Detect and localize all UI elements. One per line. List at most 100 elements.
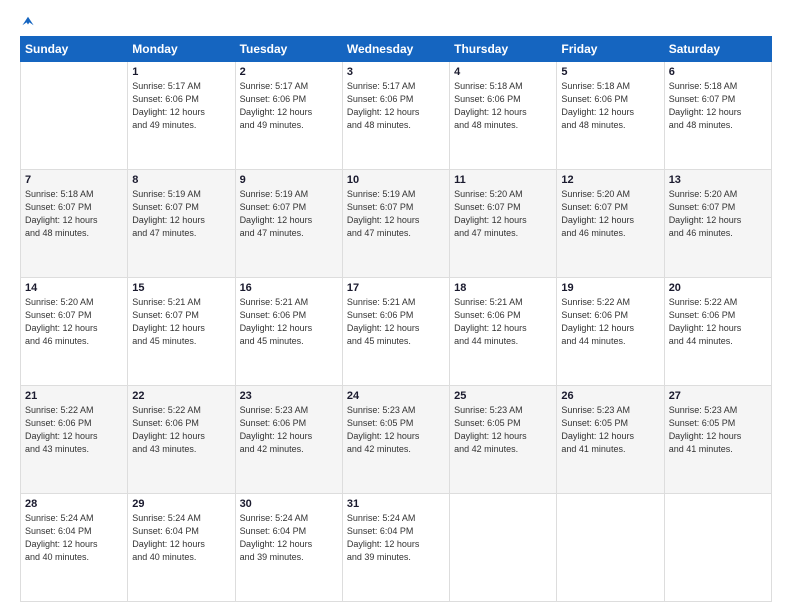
day-cell: 8 Sunrise: 5:19 AM Sunset: 6:07 PM Daylig… [128,170,235,278]
day-cell: 6 Sunrise: 5:18 AM Sunset: 6:07 PM Daylig… [664,62,771,170]
day-cell: 25Sunrise: 5:23 AM Sunset: 6:05 PM Dayli… [450,386,557,494]
day-number: 6 [669,66,767,78]
weekday-monday: Monday [128,37,235,62]
day-number: 9 [240,174,338,186]
weekday-header-row: SundayMondayTuesdayWednesdayThursdayFrid… [21,37,772,62]
day-number: 3 [347,66,445,78]
day-cell: 16 Sunrise: 5:21 AM Sunset: 6:06 PM Dayli… [235,278,342,386]
day-cell: 15 Sunrise: 5:21 AM Sunset: 6:07 PM Dayli… [128,278,235,386]
weekday-thursday: Thursday [450,37,557,62]
day-cell: 24 Sunrise: 5:23 AM Sunset: 6:05 PM Dayli… [342,386,449,494]
day-info: Sunrise: 5:19 AM Sunset: 6:07 PM Dayligh… [132,188,230,240]
day-info: Sunrise: 5:22 AM Sunset: 6:06 PM Dayligh… [25,404,123,456]
day-info: Sunrise: 5:24 AM Sunset: 6:04 PM Dayligh… [240,512,338,564]
day-info: Sunrise: 5:22 AM Sunset: 6:06 PM Dayligh… [669,296,767,348]
logo [20,18,35,28]
day-number: 10 [347,174,445,186]
day-info: Sunrise: 5:17 AM Sunset: 6:06 PM Dayligh… [240,80,338,132]
weekday-friday: Friday [557,37,664,62]
day-number: 21 [25,390,123,402]
day-cell: 14 Sunrise: 5:20 AM Sunset: 6:07 PM Dayli… [21,278,128,386]
day-info: Sunrise: 5:20 AM Sunset: 6:07 PM Dayligh… [561,188,659,240]
day-info: Sunrise: 5:17 AM Sunset: 6:06 PM Dayligh… [132,80,230,132]
day-cell: 10Sunrise: 5:19 AM Sunset: 6:07 PM Dayli… [342,170,449,278]
day-cell: 30 Sunrise: 5:24 AM Sunset: 6:04 PM Dayli… [235,494,342,602]
day-cell: 23Sunrise: 5:23 AM Sunset: 6:06 PM Dayli… [235,386,342,494]
weekday-tuesday: Tuesday [235,37,342,62]
day-info: Sunrise: 5:20 AM Sunset: 6:07 PM Dayligh… [454,188,552,240]
day-number: 2 [240,66,338,78]
day-number: 20 [669,282,767,294]
day-info: Sunrise: 5:21 AM Sunset: 6:06 PM Dayligh… [454,296,552,348]
day-number: 17 [347,282,445,294]
day-number: 19 [561,282,659,294]
day-info: Sunrise: 5:23 AM Sunset: 6:06 PM Dayligh… [240,404,338,456]
day-number: 15 [132,282,230,294]
page: SundayMondayTuesdayWednesdayThursdayFrid… [0,0,792,612]
day-number: 31 [347,498,445,510]
day-number: 11 [454,174,552,186]
day-cell: 26Sunrise: 5:23 AM Sunset: 6:05 PM Dayli… [557,386,664,494]
day-cell: 12 Sunrise: 5:20 AM Sunset: 6:07 PM Dayli… [557,170,664,278]
week-row-4: 21 Sunrise: 5:22 AM Sunset: 6:06 PM Dayli… [21,386,772,494]
day-cell: 20 Sunrise: 5:22 AM Sunset: 6:06 PM Dayli… [664,278,771,386]
day-info: Sunrise: 5:24 AM Sunset: 6:04 PM Dayligh… [25,512,123,564]
day-info: Sunrise: 5:23 AM Sunset: 6:05 PM Dayligh… [347,404,445,456]
day-cell: 3 Sunrise: 5:17 AM Sunset: 6:06 PM Daylig… [342,62,449,170]
week-row-2: 7Sunrise: 5:18 AM Sunset: 6:07 PM Daylig… [21,170,772,278]
day-cell: 13 Sunrise: 5:20 AM Sunset: 6:07 PM Dayli… [664,170,771,278]
logo-text [20,18,35,28]
day-cell: 28 Sunrise: 5:24 AM Sunset: 6:04 PM Dayli… [21,494,128,602]
day-cell [664,494,771,602]
day-cell: 17Sunrise: 5:21 AM Sunset: 6:06 PM Dayli… [342,278,449,386]
day-cell: 29Sunrise: 5:24 AM Sunset: 6:04 PM Dayli… [128,494,235,602]
day-cell [450,494,557,602]
day-cell [21,62,128,170]
day-info: Sunrise: 5:20 AM Sunset: 6:07 PM Dayligh… [669,188,767,240]
day-cell: 7Sunrise: 5:18 AM Sunset: 6:07 PM Daylig… [21,170,128,278]
day-number: 8 [132,174,230,186]
day-cell: 1 Sunrise: 5:17 AM Sunset: 6:06 PM Daylig… [128,62,235,170]
day-number: 24 [347,390,445,402]
day-number: 7 [25,174,123,186]
day-info: Sunrise: 5:17 AM Sunset: 6:06 PM Dayligh… [347,80,445,132]
day-cell: 19Sunrise: 5:22 AM Sunset: 6:06 PM Dayli… [557,278,664,386]
day-info: Sunrise: 5:19 AM Sunset: 6:07 PM Dayligh… [240,188,338,240]
day-info: Sunrise: 5:21 AM Sunset: 6:07 PM Dayligh… [132,296,230,348]
day-cell: 31Sunrise: 5:24 AM Sunset: 6:04 PM Dayli… [342,494,449,602]
day-cell [557,494,664,602]
day-cell: 11 Sunrise: 5:20 AM Sunset: 6:07 PM Dayli… [450,170,557,278]
day-cell: 9 Sunrise: 5:19 AM Sunset: 6:07 PM Daylig… [235,170,342,278]
weekday-sunday: Sunday [21,37,128,62]
day-number: 27 [669,390,767,402]
day-number: 13 [669,174,767,186]
day-number: 22 [132,390,230,402]
day-info: Sunrise: 5:23 AM Sunset: 6:05 PM Dayligh… [454,404,552,456]
day-cell: 22 Sunrise: 5:22 AM Sunset: 6:06 PM Dayli… [128,386,235,494]
day-info: Sunrise: 5:20 AM Sunset: 6:07 PM Dayligh… [25,296,123,348]
day-number: 26 [561,390,659,402]
day-number: 29 [132,498,230,510]
day-info: Sunrise: 5:18 AM Sunset: 6:06 PM Dayligh… [561,80,659,132]
day-cell: 4Sunrise: 5:18 AM Sunset: 6:06 PM Daylig… [450,62,557,170]
calendar: SundayMondayTuesdayWednesdayThursdayFrid… [20,36,772,602]
day-number: 1 [132,66,230,78]
day-number: 14 [25,282,123,294]
week-row-3: 14 Sunrise: 5:20 AM Sunset: 6:07 PM Dayli… [21,278,772,386]
week-row-1: 1 Sunrise: 5:17 AM Sunset: 6:06 PM Daylig… [21,62,772,170]
day-number: 5 [561,66,659,78]
day-cell: 27 Sunrise: 5:23 AM Sunset: 6:05 PM Dayli… [664,386,771,494]
day-info: Sunrise: 5:23 AM Sunset: 6:05 PM Dayligh… [669,404,767,456]
day-number: 28 [25,498,123,510]
day-info: Sunrise: 5:21 AM Sunset: 6:06 PM Dayligh… [240,296,338,348]
day-number: 30 [240,498,338,510]
logo-bird-icon [21,14,35,28]
day-info: Sunrise: 5:18 AM Sunset: 6:07 PM Dayligh… [669,80,767,132]
day-info: Sunrise: 5:22 AM Sunset: 6:06 PM Dayligh… [132,404,230,456]
day-info: Sunrise: 5:18 AM Sunset: 6:06 PM Dayligh… [454,80,552,132]
day-number: 12 [561,174,659,186]
header [20,18,772,28]
day-cell: 21 Sunrise: 5:22 AM Sunset: 6:06 PM Dayli… [21,386,128,494]
day-cell: 2 Sunrise: 5:17 AM Sunset: 6:06 PM Daylig… [235,62,342,170]
day-number: 16 [240,282,338,294]
